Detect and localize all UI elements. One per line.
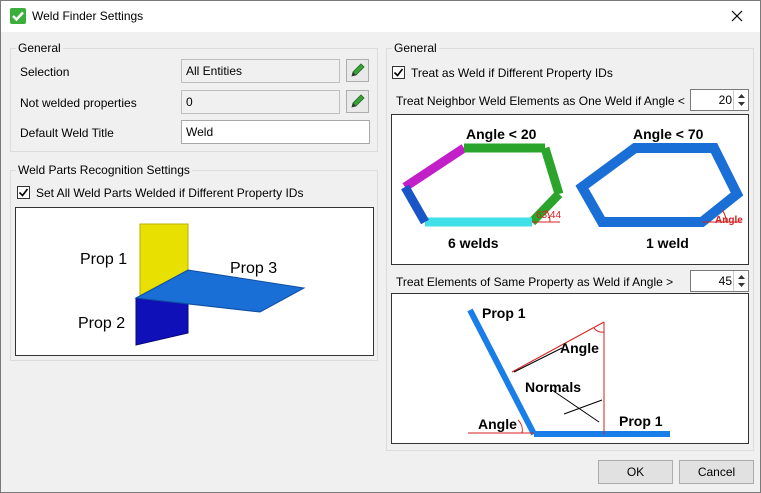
same-property-angle-spinner[interactable]: 45 xyxy=(690,270,749,292)
spinner-arrows[interactable] xyxy=(733,90,748,110)
title-bar: Weld Finder Settings xyxy=(1,1,760,32)
normals-prop-top-label: Prop 1 xyxy=(482,305,526,321)
weld-finder-settings-dialog: Weld Finder Settings General Selection A… xyxy=(0,0,761,493)
normals-angle-top-label: Angle xyxy=(560,340,599,356)
weld-parts-figure: Prop 1 Prop 2 Prop 3 xyxy=(15,207,374,356)
same-property-angle-value: 45 xyxy=(718,274,732,288)
close-icon xyxy=(731,10,743,22)
hex-right-caption: 1 weld xyxy=(646,235,689,251)
selection-pick-button[interactable] xyxy=(346,59,369,82)
treat-as-weld-label: Treat as Weld if Different Property IDs xyxy=(411,66,613,80)
cancel-button[interactable]: Cancel xyxy=(679,460,754,484)
not-welded-pick-button[interactable] xyxy=(346,90,369,113)
treat-as-weld-checkbox[interactable] xyxy=(392,66,405,79)
not-welded-properties-value: 0 xyxy=(186,95,193,109)
default-weld-title-input[interactable]: Weld xyxy=(181,120,370,144)
default-weld-title-label: Default Weld Title xyxy=(20,126,114,140)
hex-left-title: Angle < 20 xyxy=(466,126,537,142)
normals-label: Normals xyxy=(525,379,581,395)
hex-right-title: Angle < 70 xyxy=(633,126,704,142)
not-welded-properties-field[interactable]: 0 xyxy=(181,90,340,114)
hex-right-angle: Angle xyxy=(715,215,743,226)
spinner-up-down-icon xyxy=(738,94,745,106)
pencil-icon xyxy=(351,63,365,77)
selection-value: All Entities xyxy=(186,64,243,78)
default-weld-title-value: Weld xyxy=(186,125,214,139)
checkmark-app-icon xyxy=(10,8,26,24)
selection-label: Selection xyxy=(20,65,70,79)
ok-button[interactable]: OK xyxy=(598,460,673,484)
spinner-arrows[interactable] xyxy=(733,271,748,291)
weld-parts-group-label: Weld Parts Recognition Settings xyxy=(16,163,192,177)
spinner-up-down-icon xyxy=(738,275,745,287)
neighbor-angle-value: 20 xyxy=(718,93,732,107)
prop1-label: Prop 1 xyxy=(80,251,127,268)
neighbor-angle-spinner[interactable]: 20 xyxy=(690,89,749,111)
hex-right-shape xyxy=(575,143,744,227)
hex-left-caption: 6 welds xyxy=(448,235,499,251)
neighbor-angle-label: Treat Neighbor Weld Elements as One Weld… xyxy=(396,94,685,108)
same-property-angle-label: Treat Elements of Same Property as Weld … xyxy=(396,275,674,289)
not-welded-properties-label: Not welded properties xyxy=(20,96,137,110)
cancel-button-label: Cancel xyxy=(697,465,736,479)
prop3-label: Prop 3 xyxy=(230,260,277,277)
normals-angle-figure: Prop 1 Angle Normals Angle Prop 1 xyxy=(391,293,749,444)
pencil-icon xyxy=(351,94,365,108)
window-title: Weld Finder Settings xyxy=(32,9,144,23)
checkmark-icon xyxy=(393,68,404,77)
close-button[interactable] xyxy=(714,1,760,32)
normals-prop-bottom-label: Prop 1 xyxy=(619,413,663,429)
hexagon-weld-figure: Angle < 20 63.44 6 welds Angle < 70 Angl… xyxy=(391,114,749,265)
hex-left-angle: 63.44 xyxy=(536,210,561,221)
right-general-label: General xyxy=(392,41,439,55)
ok-button-label: OK xyxy=(626,465,645,479)
left-general-label: General xyxy=(16,41,63,55)
set-all-weld-parts-checkbox[interactable] xyxy=(17,186,30,199)
set-all-weld-parts-label: Set All Weld Parts Welded if Different P… xyxy=(36,186,304,200)
normals-angle-bottom-label: Angle xyxy=(478,416,517,432)
selection-field[interactable]: All Entities xyxy=(181,59,340,83)
prop2-label: Prop 2 xyxy=(78,315,125,332)
checkmark-icon xyxy=(18,188,29,197)
